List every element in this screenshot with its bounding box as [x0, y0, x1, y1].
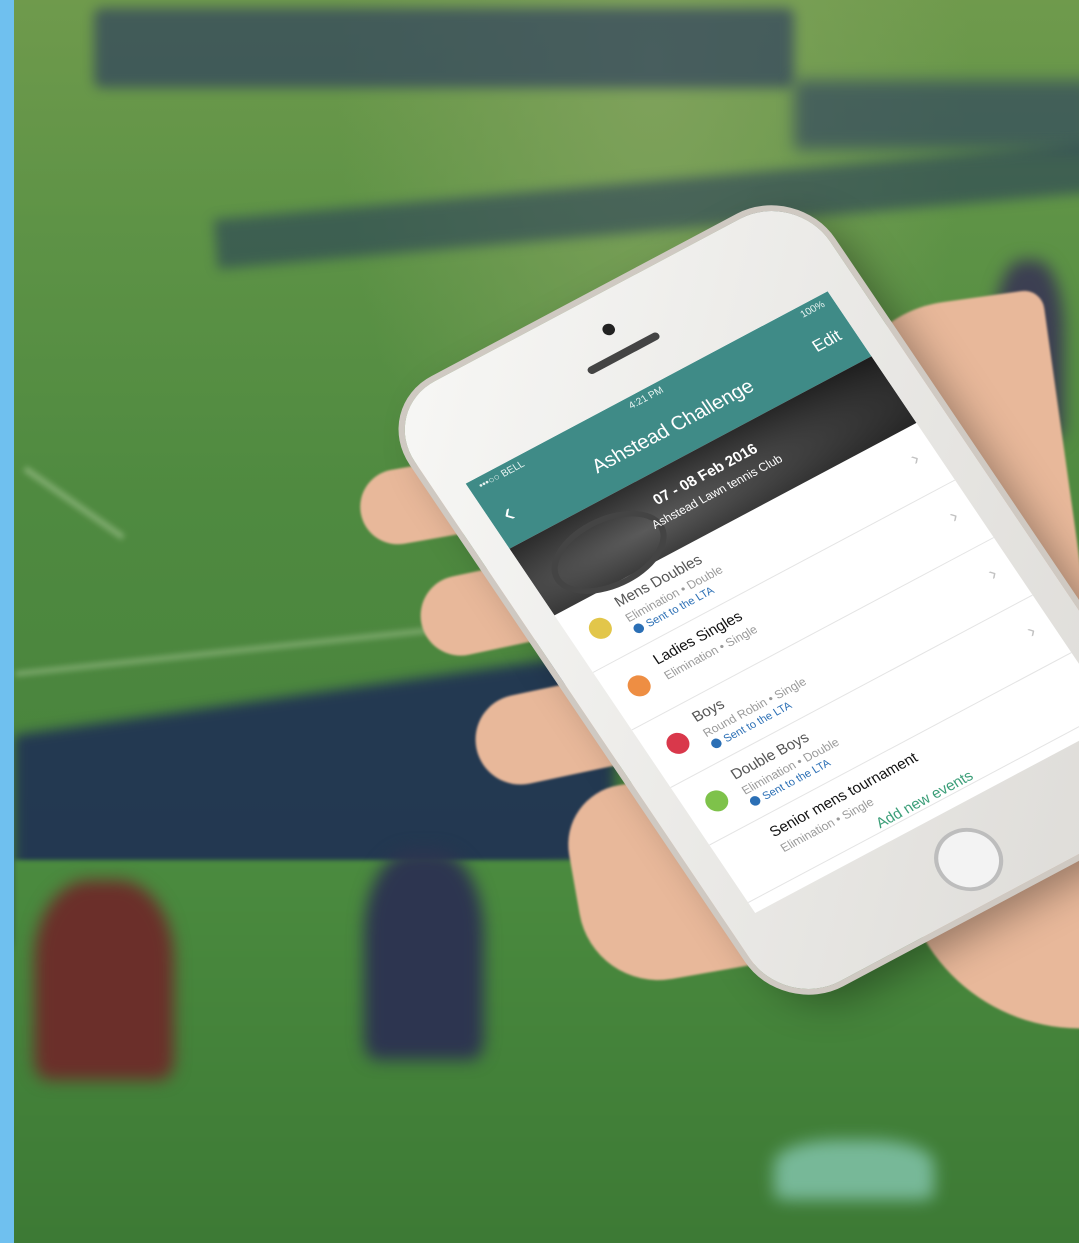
front-camera [600, 321, 618, 338]
event-color-dot [584, 614, 617, 643]
info-icon [631, 621, 646, 635]
stand-blur [794, 80, 1079, 150]
clock-label: 4:21 PM [626, 385, 666, 412]
speaker-grille [586, 331, 662, 376]
spectator [34, 880, 174, 1080]
chevron-right-icon: › [1022, 620, 1041, 643]
chevron-right-icon: › [905, 448, 925, 470]
carrier-label: •••○○ BELL [476, 458, 527, 492]
chevron-right-icon: › [944, 505, 963, 528]
court-banner [213, 140, 1079, 270]
battery-label: 100% [798, 299, 828, 321]
spectator [364, 850, 484, 1060]
left-accent-strip [0, 0, 14, 1243]
info-icon [747, 794, 763, 808]
home-button[interactable] [920, 816, 1017, 903]
stand-blur [94, 8, 794, 88]
info-icon [709, 736, 724, 750]
event-color-dot [662, 729, 694, 758]
court-line [23, 466, 125, 540]
event-color-dot [623, 671, 656, 701]
event-color-dot [700, 786, 733, 816]
chevron-right-icon: › [983, 563, 1002, 585]
tennis-racket-blur [774, 1140, 934, 1200]
